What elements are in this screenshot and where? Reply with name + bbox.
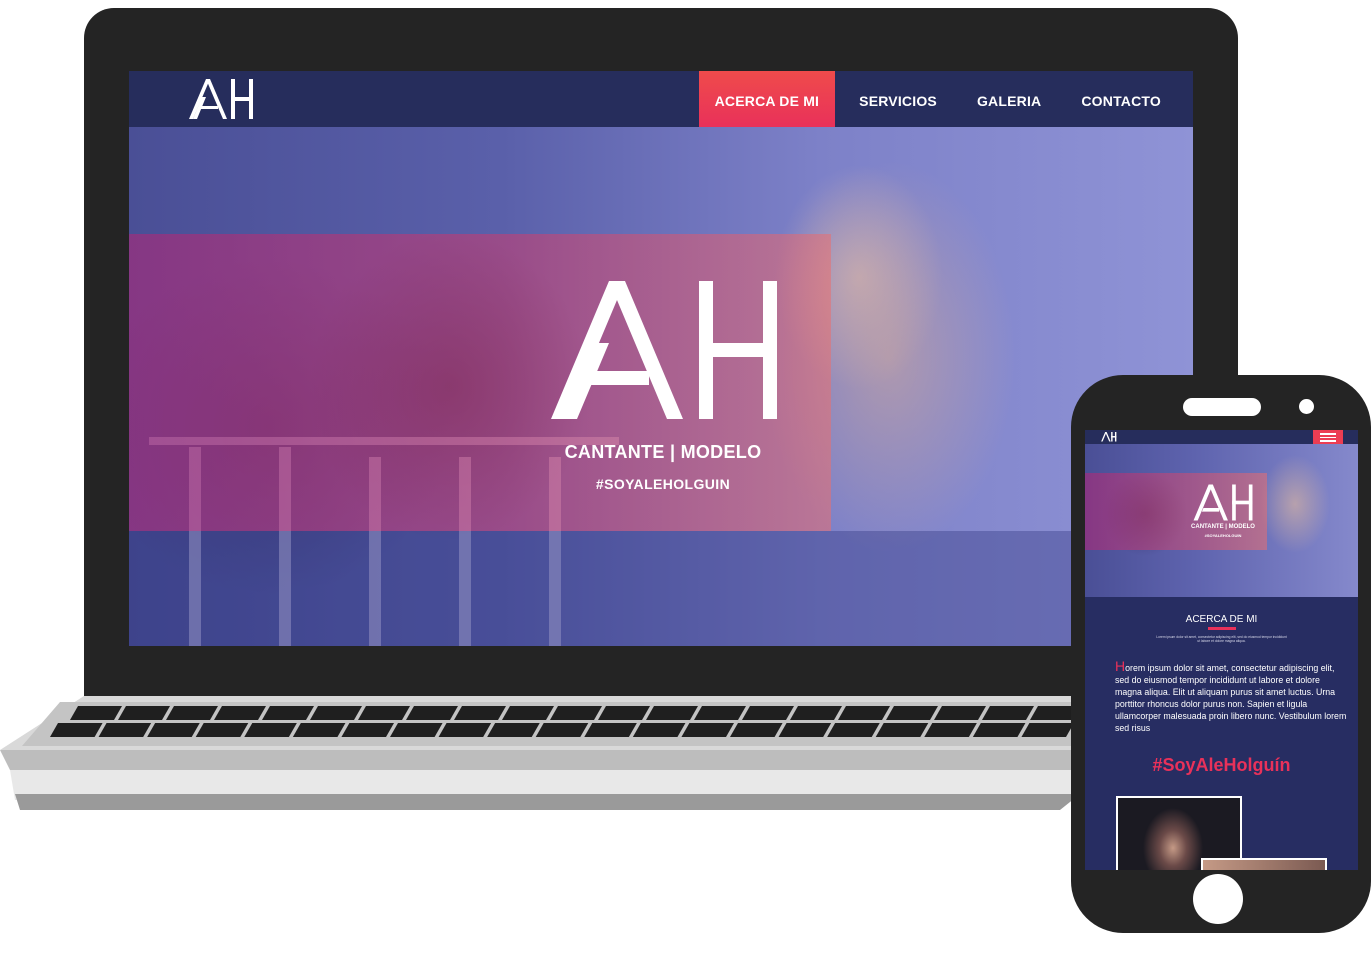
keyboard-key: [646, 706, 698, 720]
keyboard-key: [875, 723, 929, 737]
keyboard-key: [972, 723, 1026, 737]
hero-hashtag: #SOYALEHOLGUIN: [595, 476, 731, 492]
keyboard-key: [358, 706, 410, 720]
keyboard-key: [790, 706, 842, 720]
hamburger-icon[interactable]: [1313, 430, 1343, 444]
keyboard-key: [438, 723, 492, 737]
mobile-hero-ah-logo: [1193, 484, 1253, 521]
nav-item-galeria[interactable]: GALERIA: [957, 71, 1061, 127]
keyboard-key: [292, 723, 346, 737]
keyboard-key: [838, 706, 890, 720]
keyboard-key: [1021, 723, 1074, 737]
keyboard-key: [390, 723, 443, 737]
keyboard-key: [502, 706, 554, 720]
mobile-about-intro: Lorem ipsum dolor sit amet, consectetur …: [1156, 635, 1287, 643]
keyboard-key: [934, 706, 986, 720]
mobile-gallery-photo-2[interactable]: [1201, 858, 1327, 870]
mobile-hero-tagline: CANTANTE | MODELO: [1191, 524, 1255, 530]
keyboard-key: [454, 706, 506, 720]
site-navbar: ACERCA DE MI SERVICIOS GALERIA CONTACTO: [129, 71, 1193, 127]
keyboard-key: [118, 706, 170, 720]
keyboard-key: [147, 723, 200, 737]
mobile-dropcap: H: [1115, 658, 1126, 674]
phone-speaker: [1183, 398, 1261, 416]
keyboard-key: [550, 706, 602, 720]
hero-ah-logo: [551, 281, 777, 419]
phone-camera: [1299, 399, 1314, 414]
keyboard-key: [166, 706, 218, 720]
keyboard-key: [982, 706, 1034, 720]
mobile-hashtag-heading: #SoyAleHolguín: [1152, 755, 1291, 775]
keyboard-key: [262, 706, 314, 720]
keyboard-key: [195, 723, 249, 737]
keyboard-key: [886, 706, 938, 720]
keyboard-key: [730, 723, 783, 737]
keyboard-key: [244, 723, 297, 737]
keyboard-key: [70, 706, 122, 720]
keyboard-key: [487, 723, 540, 737]
mobile-hero-hashtag: #SOYALEHOLGUIN: [1204, 533, 1242, 538]
keyboard-key: [98, 723, 152, 737]
keyboard-key: [742, 706, 794, 720]
keyboard-key: [341, 723, 394, 737]
keyboard-key: [535, 723, 589, 737]
nav-item-contacto[interactable]: CONTACTO: [1061, 71, 1193, 127]
keyboard-key: [406, 706, 458, 720]
keyboard-key: [598, 706, 650, 720]
mobile-about-text: orem ipsum dolor sit amet, consectetur a…: [1115, 663, 1347, 733]
keyboard-key: [584, 723, 637, 737]
keyboard-key: [310, 706, 362, 720]
laptop-keyboard: [0, 696, 1110, 810]
keyboard-key: [827, 723, 880, 737]
mobile-about-title: ACERCA DE MI: [1185, 614, 1258, 625]
phone-screen: CANTANTE | MODELO #SOYALEHOLGUIN ACERCA …: [1085, 430, 1358, 870]
keyboard-key: [924, 723, 977, 737]
nav-item-acerca[interactable]: ACERCA DE MI: [698, 71, 836, 127]
keyboard-key: [214, 706, 266, 720]
mobile-title-underline: [1208, 627, 1236, 630]
hero-tagline: CANTANTE | MODELO: [564, 442, 762, 462]
keyboard-key: [632, 723, 686, 737]
nav-menu: ACERCA DE MI SERVICIOS GALERIA CONTACTO: [698, 71, 1193, 127]
site-logo[interactable]: [189, 79, 255, 121]
mobile-about-body: Horem ipsum dolor sit amet, consectetur …: [1115, 658, 1347, 734]
mobile-navbar: [1085, 430, 1358, 444]
phone-home-button[interactable]: [1193, 874, 1243, 924]
mobile-hero-photo: CANTANTE | MODELO #SOYALEHOLGUIN: [1085, 444, 1358, 597]
keyboard-key: [778, 723, 832, 737]
hero-lower-band: [129, 531, 1193, 646]
keyboard-key: [694, 706, 746, 720]
keyboard-key: [681, 723, 734, 737]
keyboard-key: [50, 723, 103, 737]
nav-item-servicios[interactable]: SERVICIOS: [835, 71, 957, 127]
mobile-site-logo[interactable]: [1101, 432, 1117, 442]
laptop-screen: CANTANTE | MODELO #SOYALEHOLGUIN ACERCA …: [129, 71, 1193, 646]
